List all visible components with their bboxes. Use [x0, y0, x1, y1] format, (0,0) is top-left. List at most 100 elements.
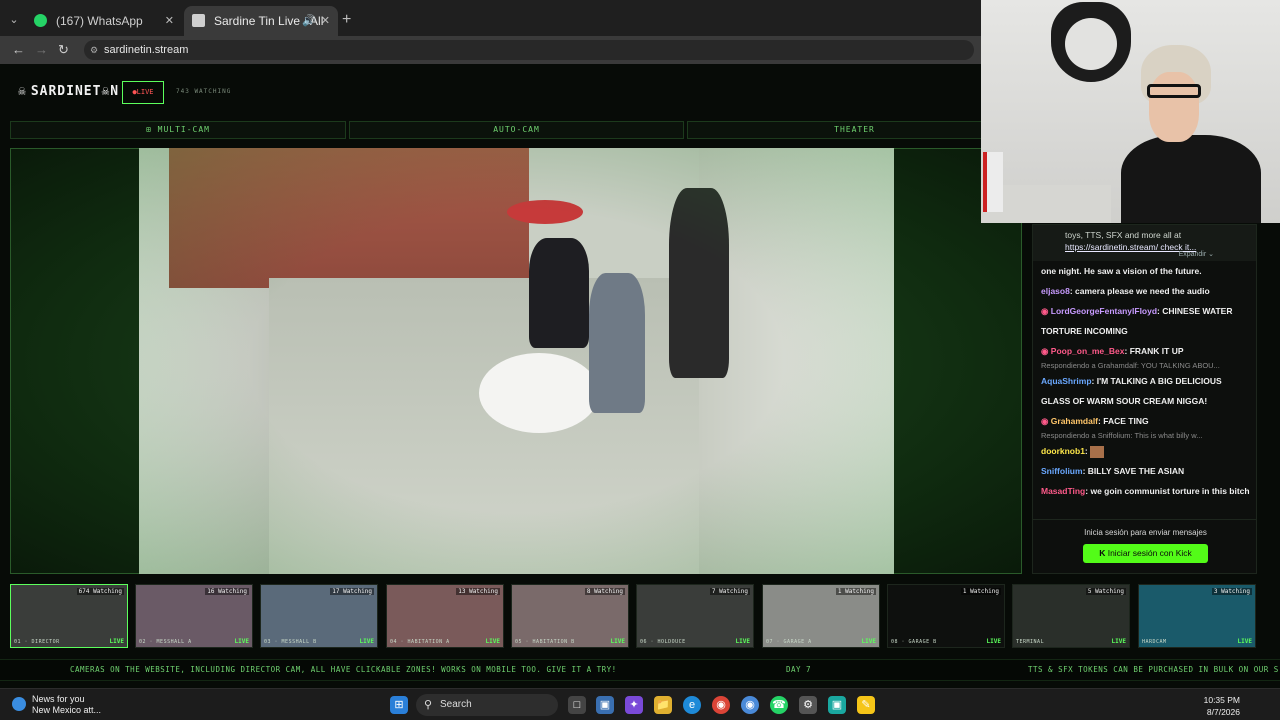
- brick-wall: [169, 148, 529, 288]
- thumb-name: 08 · GARAGE B: [891, 639, 937, 645]
- thumb-live: LIVE: [234, 638, 249, 645]
- chat-message: ◉ LordGeorgeFentanylFloyd: CHINESE WATER…: [1041, 306, 1233, 336]
- url-text: sardinetin.stream: [104, 44, 189, 56]
- sardine-favicon-icon: [192, 14, 205, 27]
- pinned-message[interactable]: toys, TTS, SFX and more all at https://s…: [1033, 225, 1256, 261]
- camera-thumbnail[interactable]: 16 Watching 02 · MESSHALL A LIVE: [135, 584, 253, 648]
- camera-thumbnail[interactable]: 3 Watching HARDCAM LIVE: [1138, 584, 1256, 648]
- chrome-profile-icon[interactable]: ◉: [741, 696, 759, 714]
- chat-text: one night. He saw a vision of the future…: [1041, 266, 1202, 276]
- chat-message: MasadTing: we goin communist torture in …: [1041, 486, 1250, 496]
- whatsapp-favicon-icon: [34, 14, 47, 27]
- site-logo[interactable]: ☠ SARDINET☠N: [18, 84, 119, 99]
- pinned-link[interactable]: https://sardinetin.stream/ check it...: [1065, 242, 1196, 252]
- sticky-notes-icon[interactable]: ✎: [857, 696, 875, 714]
- multi-cam-button[interactable]: ⊞ MULTI-CAM: [10, 121, 346, 139]
- camera-thumbnail[interactable]: 674 Watching 01 · DIRECTOR LIVE: [10, 584, 128, 648]
- taskbar-search[interactable]: ⚲ Search: [416, 694, 558, 716]
- chat-message: one night. He saw a vision of the future…: [1041, 261, 1253, 281]
- reload-icon[interactable]: ↻: [58, 42, 69, 58]
- chat-username[interactable]: Sniffolium: [1041, 466, 1083, 476]
- chrome-icon[interactable]: ◉: [712, 696, 730, 714]
- chat-username[interactable]: Poop_on_me_Bex: [1051, 346, 1125, 356]
- camera-thumbnail[interactable]: 13 Watching 04 · HABITATION A LIVE: [386, 584, 504, 648]
- task-view-icon[interactable]: □: [568, 696, 586, 714]
- chat-message: AquaShrimp: I'M TALKING A BIG DELICIOUS …: [1041, 376, 1222, 406]
- logo-text: SARDINET☠N: [30, 84, 120, 99]
- chat-username[interactable]: eljaso8: [1041, 286, 1070, 296]
- thumb-watching: 7 Watching: [709, 588, 750, 595]
- settings-icon[interactable]: ⚙: [799, 696, 817, 714]
- thumb-name: 06 · HOLDOUCE: [640, 639, 686, 645]
- thumb-live: LIVE: [861, 638, 876, 645]
- chat-username[interactable]: AquaShrimp: [1041, 376, 1092, 386]
- url-field[interactable]: ⚙ sardinetin.stream: [84, 40, 974, 60]
- news-widget[interactable]: News for you New Mexico att...: [12, 694, 101, 716]
- ticker-right: TTS & SFX TOKENS CAN BE PURCHASED IN BUL…: [1028, 665, 1279, 674]
- tab-search-icon[interactable]: ⌄: [6, 12, 22, 28]
- login-hint: Inicia sesión para enviar mensajes: [1084, 528, 1207, 537]
- chat-message: ◉ Poop_on_me_Bex: FRANK IT UP Respondiend…: [1041, 341, 1253, 371]
- app-icon[interactable]: ▣: [828, 696, 846, 714]
- camera-thumbnail[interactable]: 8 Watching 05 · HABITATION B LIVE: [511, 584, 629, 648]
- edge-icon[interactable]: e: [683, 696, 701, 714]
- kick-icon: K: [1099, 548, 1108, 558]
- tab-close-icon[interactable]: ✕: [321, 6, 330, 36]
- kick-login-button[interactable]: K Iniciar sesión con Kick: [1083, 544, 1208, 563]
- chat-text: we goin communist torture in this bitch: [1090, 486, 1250, 496]
- thumb-name: 05 · HABITATION B: [515, 639, 575, 645]
- thumb-live: LIVE: [109, 638, 124, 645]
- chat-username[interactable]: doorknob1: [1041, 446, 1085, 456]
- thumb-live: LIVE: [610, 638, 625, 645]
- back-icon[interactable]: ←: [12, 42, 25, 57]
- thumb-live: LIVE: [1111, 638, 1126, 645]
- main-camera-feed[interactable]: [139, 148, 894, 574]
- camera-thumbnail[interactable]: 1 Watching 08 · GARAGE B LIVE: [887, 584, 1005, 648]
- thumb-live: LIVE: [485, 638, 500, 645]
- new-tab-icon[interactable]: +: [342, 11, 351, 29]
- thumb-name: 02 · MESSHALL A: [139, 639, 192, 645]
- chat-username[interactable]: MasadTing: [1041, 486, 1085, 496]
- system-clock[interactable]: 10:35 PM 8/7/2026: [1204, 694, 1240, 718]
- camera-thumbnail[interactable]: 5 Watching TERMINAL LIVE: [1012, 584, 1130, 648]
- thumb-watching: 16 Watching: [205, 588, 249, 595]
- search-icon: ⚲: [424, 699, 433, 711]
- thumb-name: 03 · MESSHALL B: [264, 639, 317, 645]
- thumb-watching: 674 Watching: [76, 588, 124, 595]
- chat-username[interactable]: Grahamdalf: [1051, 416, 1098, 426]
- clock-date: 8/7/2026: [1206, 707, 1240, 717]
- camera-thumbnail[interactable]: 1 Watching 07 · GARAGE A LIVE: [762, 584, 880, 648]
- tab-close-icon[interactable]: ✕: [165, 6, 174, 36]
- widgets-icon[interactable]: ▣: [596, 696, 614, 714]
- copilot-icon[interactable]: ✦: [625, 696, 643, 714]
- file-explorer-icon[interactable]: 📁: [654, 696, 672, 714]
- tab-sardine-tin[interactable]: Sardine Tin Live - All Room 🔊 ✕: [184, 6, 338, 58]
- thumb-watching: 17 Watching: [330, 588, 374, 595]
- badge-icon: ◉: [1041, 306, 1051, 316]
- news-ticker: CAMERAS ON THE WEBSITE, INCLUDING DIRECT…: [0, 659, 1280, 681]
- chat-message: Sniffolium: BILLY SAVE THE ASIAN: [1041, 466, 1185, 476]
- chat-username[interactable]: LordGeorgeFentanylFloyd: [1051, 306, 1157, 316]
- camera-thumbnail[interactable]: 17 Watching 03 · MESSHALL B LIVE: [260, 584, 378, 648]
- start-icon[interactable]: ⊞: [390, 696, 408, 714]
- reply-context: Respondiendo a Grahamdalf: YOU TALKING A…: [1041, 361, 1220, 370]
- thumb-name: 04 · HABITATION A: [390, 639, 450, 645]
- auto-cam-button[interactable]: AUTO-CAM: [349, 121, 684, 139]
- expand-button[interactable]: Expandir ⌄: [1179, 250, 1214, 258]
- red-table: [507, 200, 583, 224]
- theater-button[interactable]: THEATER: [687, 121, 1022, 139]
- whatsapp-icon[interactable]: ☎: [770, 696, 788, 714]
- chat-panel: toys, TTS, SFX and more all at https://s…: [1032, 224, 1257, 520]
- site-info-icon[interactable]: ⚙: [90, 40, 98, 60]
- news-subtitle: New Mexico att...: [32, 705, 102, 715]
- live-badge: ●LIVE: [122, 81, 164, 104]
- camera-thumbnail[interactable]: 7 Watching 06 · HOLDOUCE LIVE: [636, 584, 754, 648]
- chat-message: doorknob1:: [1041, 441, 1253, 461]
- person-seated: [589, 273, 645, 413]
- forward-icon[interactable]: →: [35, 42, 48, 57]
- chat-text: FRANK IT UP: [1129, 346, 1184, 356]
- person-cape: [529, 238, 589, 348]
- streamer-face: [1149, 72, 1199, 142]
- speaker-icon[interactable]: 🔊: [302, 6, 316, 36]
- tab-whatsapp[interactable]: (167) WhatsApp ✕: [26, 6, 182, 36]
